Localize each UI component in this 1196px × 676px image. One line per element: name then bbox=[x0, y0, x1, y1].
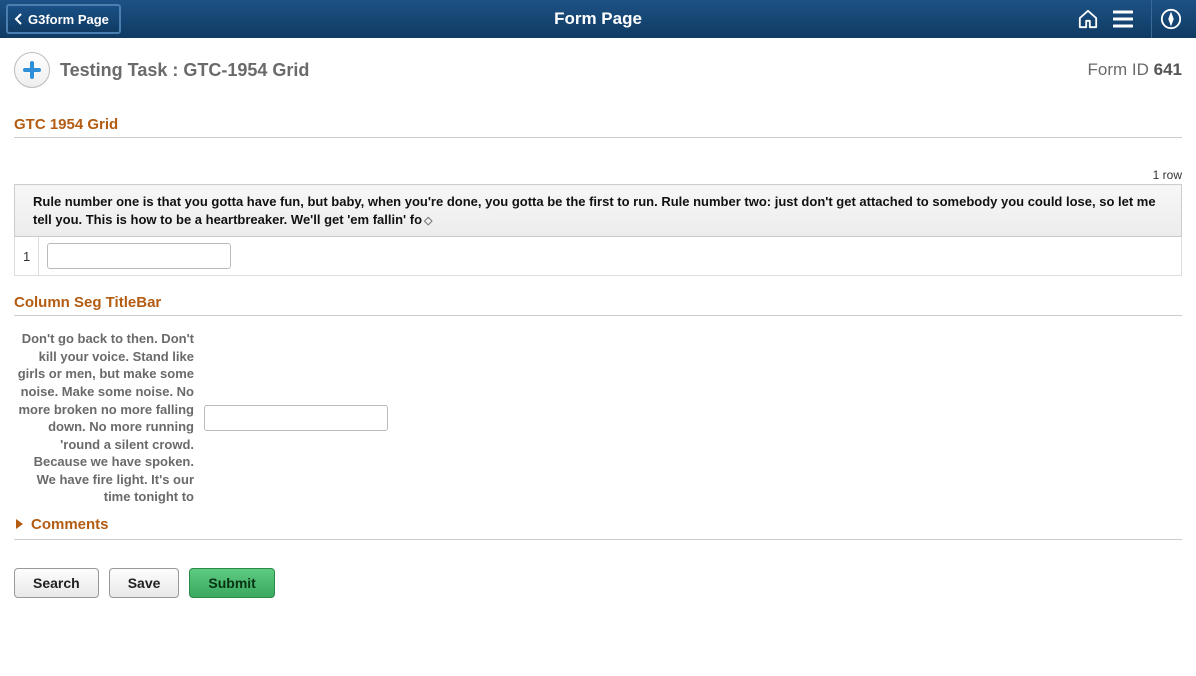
search-button[interactable]: Search bbox=[14, 568, 99, 598]
grid-cell-input[interactable] bbox=[47, 243, 231, 269]
section-title-columnseg: Column Seg TitleBar bbox=[14, 276, 1182, 316]
menu-icon[interactable] bbox=[1113, 10, 1133, 28]
form-id-label: Form ID bbox=[1088, 60, 1149, 79]
grid-table: Rule number one is that you gotta have f… bbox=[14, 184, 1182, 276]
grid-column-header-text: Rule number one is that you gotta have f… bbox=[33, 194, 1156, 227]
add-button[interactable] bbox=[14, 52, 50, 88]
back-button[interactable]: G3form Page bbox=[6, 4, 121, 34]
page-header: Testing Task : GTC-1954 Grid Form ID 641 bbox=[0, 38, 1196, 98]
save-button[interactable]: Save bbox=[109, 568, 180, 598]
submit-button[interactable]: Submit bbox=[189, 568, 274, 598]
row-number: 1 bbox=[15, 237, 39, 276]
compass-wrap bbox=[1151, 0, 1190, 38]
chevron-left-icon bbox=[14, 13, 24, 25]
grid-column-header[interactable]: Rule number one is that you gotta have f… bbox=[15, 185, 1182, 237]
banner-actions bbox=[1077, 0, 1196, 38]
button-bar: Search Save Submit bbox=[14, 568, 1182, 598]
page-title: Testing Task : GTC-1954 Grid bbox=[60, 60, 309, 81]
table-row: 1 bbox=[15, 237, 1182, 276]
field-label: Don't go back to then. Don't kill your v… bbox=[14, 330, 204, 505]
back-button-label: G3form Page bbox=[28, 12, 109, 27]
field-input-wrap bbox=[204, 405, 388, 431]
section-title-grid: GTC 1954 Grid bbox=[14, 98, 1182, 138]
field-row: Don't go back to then. Don't kill your v… bbox=[14, 316, 1182, 509]
form-id-value: 641 bbox=[1154, 60, 1182, 79]
expand-right-icon bbox=[16, 519, 23, 529]
compass-icon[interactable] bbox=[1160, 8, 1182, 30]
form-id: Form ID 641 bbox=[1088, 60, 1183, 80]
content: GTC 1954 Grid 1 row Rule number one is t… bbox=[0, 98, 1196, 618]
row-count: 1 row bbox=[14, 168, 1182, 182]
plus-icon bbox=[23, 61, 41, 79]
home-icon[interactable] bbox=[1077, 9, 1099, 29]
top-banner: G3form Page Form Page bbox=[0, 0, 1196, 38]
row-cell bbox=[39, 237, 1182, 276]
column-seg-input[interactable] bbox=[204, 405, 388, 431]
comments-toggle[interactable]: Comments bbox=[14, 510, 1182, 540]
sort-indicator-icon: ◇ bbox=[424, 215, 432, 227]
comments-label: Comments bbox=[31, 516, 109, 533]
page-banner-title: Form Page bbox=[0, 9, 1196, 29]
